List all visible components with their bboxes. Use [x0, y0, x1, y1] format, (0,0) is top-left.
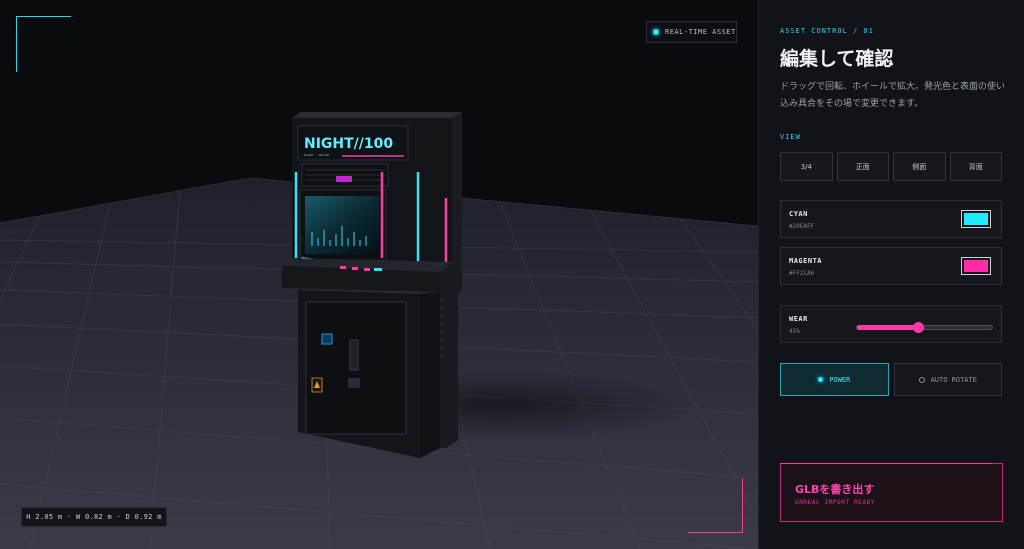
wear-name: WEAR: [789, 315, 808, 323]
wear-slider-thumb[interactable]: [912, 322, 924, 333]
power-label: POWER: [829, 375, 851, 384]
magenta-color-swatch[interactable]: [961, 257, 991, 275]
auto-rotate-label: AUTO ROTATE: [930, 375, 977, 384]
export-subtitle: UNREAL IMPORT READY: [795, 499, 876, 506]
dimensions-readout: H 2.05 m · W 0.82 m · D 0.92 m: [21, 507, 167, 527]
viewport-3d[interactable]: NIGHT//100 BLADE · ONLINE REAL-TIME ASSE…: [0, 0, 758, 549]
magenta-color-name: MAGENTA: [789, 257, 823, 265]
cyan-color-card: CYAN #20EAFF: [780, 200, 1002, 238]
export-accent-line: [780, 463, 992, 464]
realtime-asset-label: REAL-TIME ASSET: [665, 28, 736, 36]
realtime-asset-badge: REAL-TIME ASSET: [646, 21, 737, 43]
toggle-group: POWER AUTO ROTATE: [780, 363, 1002, 396]
panel-description: ドラッグで回転、ホイールで拡大。発光色と表面の使い込み具合をその場で変更できます…: [780, 82, 1006, 109]
panel-eyebrow: ASSET CONTROL / 01: [780, 27, 874, 35]
wear-value: 45%: [789, 328, 800, 335]
arcade-cabinet[interactable]: NIGHT//100 BLADE · ONLINE: [282, 112, 462, 458]
marquee-title: NIGHT//100: [304, 136, 393, 152]
panel-title: 編集して確認: [780, 48, 894, 70]
cyan-color-hex: #20EAFF: [789, 223, 815, 230]
view-button-side[interactable]: 側面: [893, 152, 946, 181]
magenta-color-card: MAGENTA #FF2CA6: [780, 247, 1002, 285]
auto-rotate-toggle[interactable]: AUTO ROTATE: [893, 363, 1002, 396]
frame-corner-bottom-right: [688, 478, 743, 533]
view-section-label: VIEW: [780, 133, 801, 141]
wear-slider[interactable]: [856, 322, 993, 333]
control-panel: ASSET CONTROL / 01 編集して確認 ドラッグで回転、ホイールで拡…: [758, 0, 1024, 549]
magenta-color-hex: #FF2CA6: [789, 270, 815, 277]
view-button-group: 3/4 正面 側面 背面: [780, 152, 1002, 181]
auto-rotate-dot-icon: [918, 376, 925, 383]
power-toggle[interactable]: POWER: [780, 363, 889, 396]
scene-canvas[interactable]: NIGHT//100 BLADE · ONLINE: [0, 0, 758, 549]
export-title: GLBを書き出す: [795, 483, 875, 496]
cyan-color-name: CYAN: [789, 210, 808, 218]
view-button-three-quarter[interactable]: 3/4: [780, 152, 833, 181]
frame-corner-top-left: [16, 16, 71, 72]
view-button-back[interactable]: 背面: [949, 152, 1002, 181]
cyan-color-swatch[interactable]: [961, 210, 991, 228]
marquee-subtitle: BLADE · ONLINE: [304, 153, 329, 157]
power-dot-icon: [818, 377, 824, 382]
wear-card: WEAR 45%: [780, 305, 1002, 343]
view-button-front[interactable]: 正面: [836, 152, 889, 181]
export-glb-button[interactable]: GLBを書き出す UNREAL IMPORT READY: [780, 463, 1003, 522]
status-dot-icon: [653, 29, 659, 35]
wear-slider-fill: [857, 325, 918, 330]
